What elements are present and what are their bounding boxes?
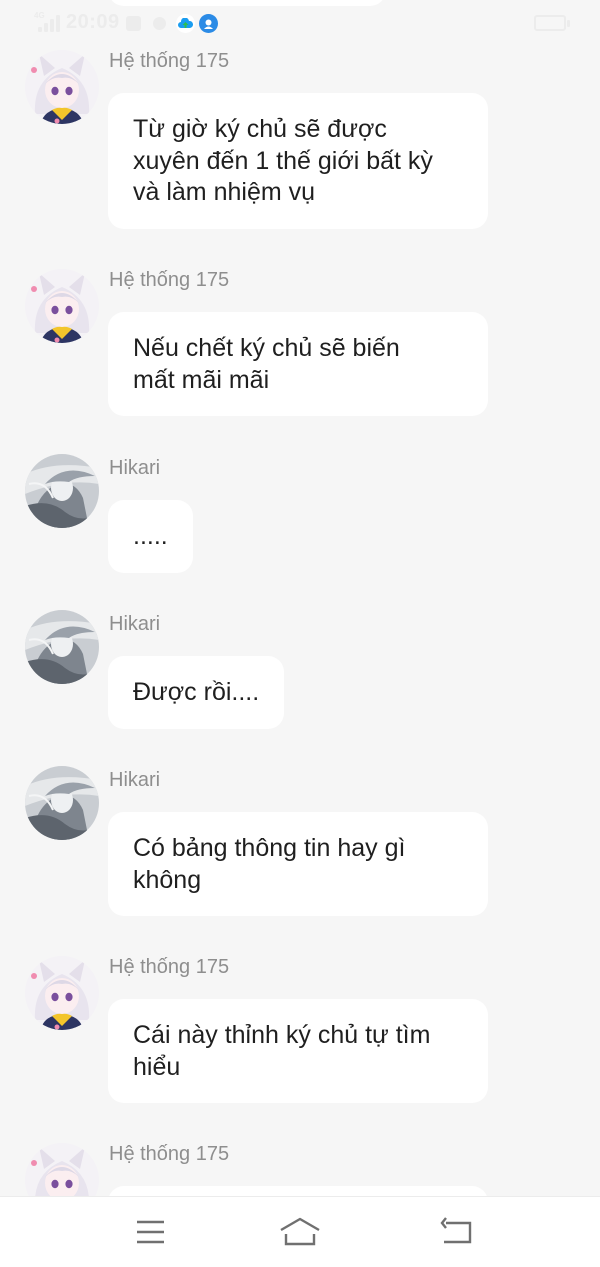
navigation-bar — [0, 1196, 600, 1267]
home-icon — [280, 1217, 320, 1246]
notification-icon — [126, 16, 141, 31]
sender-name: Hệ thống 175 — [109, 50, 230, 72]
status-bar: 4G 20:09 — [0, 0, 600, 46]
system-avatar[interactable] — [25, 50, 99, 124]
user-avatar[interactable] — [25, 454, 99, 528]
notification-dot-icon — [153, 17, 166, 30]
sender-name: Hệ thống 175 — [109, 1143, 230, 1165]
back-icon — [440, 1217, 472, 1244]
sender-name: Hệ thống 175 — [109, 956, 230, 978]
home-button[interactable] — [278, 1215, 322, 1249]
message-item: Hệ thống 175 — [0, 1143, 600, 1196]
system-avatar[interactable] — [25, 1143, 99, 1196]
sender-name: Hệ thống 175 — [109, 269, 230, 291]
sender-name: Hikari — [109, 769, 161, 791]
browser-app-icon — [199, 14, 218, 33]
network-label: 4G — [34, 11, 45, 20]
system-avatar[interactable] — [25, 956, 99, 1030]
message-bubble[interactable]: Nếu chết ký chủ sẽ biến mất mãi mãi — [108, 312, 488, 416]
system-avatar[interactable] — [25, 269, 99, 343]
message-bubble[interactable]: Được rồi.... — [108, 656, 285, 729]
message-bubble[interactable]: ..... — [108, 500, 193, 573]
back-button[interactable] — [436, 1215, 480, 1249]
message-bubble[interactable] — [108, 1186, 488, 1196]
battery-icon — [534, 15, 570, 31]
signal-icon: 4G — [34, 11, 60, 32]
message-bubble[interactable]: Có bảng thông tin hay gì không — [108, 812, 488, 916]
status-time: 20:09 — [66, 11, 120, 33]
cloud-app-icon — [176, 14, 195, 33]
menu-button[interactable] — [128, 1215, 172, 1249]
user-avatar[interactable] — [25, 766, 99, 840]
message-bubble[interactable]: Từ giờ ký chủ sẽ được xuyên đến 1 thế gi… — [108, 93, 488, 229]
sender-name: Hikari — [109, 613, 161, 635]
sender-name: Hikari — [109, 457, 161, 479]
user-avatar[interactable] — [25, 610, 99, 684]
menu-icon — [137, 1220, 164, 1244]
message-bubble[interactable]: Cái này thỉnh ký chủ tự tìm hiểu — [108, 999, 488, 1103]
